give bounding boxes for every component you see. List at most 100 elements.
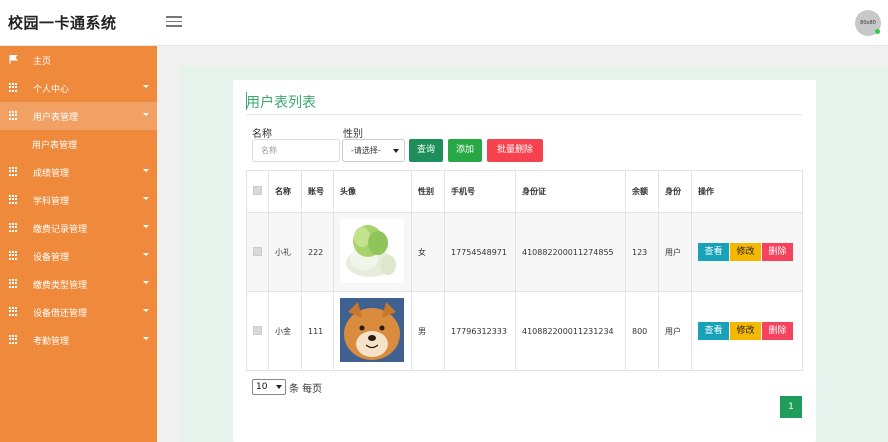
- row-checkbox[interactable]: [253, 325, 262, 335]
- sidebar-item-label: 成绩管理: [33, 168, 70, 179]
- avatar-cell: [333, 291, 412, 371]
- delete-button[interactable]: 删除: [762, 322, 793, 340]
- name-cell: 小礼: [268, 212, 302, 292]
- caret-down-icon: [143, 337, 149, 340]
- app-title: 校园一卡通系统: [8, 14, 117, 32]
- row-checkbox[interactable]: [253, 246, 262, 256]
- grid-icon: [9, 251, 18, 260]
- page-size-select[interactable]: 10: [252, 379, 286, 395]
- online-status-dot-icon: [875, 29, 880, 34]
- sidebar-item-attendance[interactable]: 考勤管理: [0, 326, 157, 354]
- shiba-dog-image: [340, 298, 404, 362]
- role-cell: 用户: [658, 212, 692, 292]
- sidebar-item-label: 学科管理: [33, 196, 70, 207]
- name-filter-label: 名称: [252, 129, 272, 140]
- grid-icon: [9, 279, 18, 288]
- sidebar-item-label: 考勤管理: [33, 336, 70, 347]
- sidebar-item-label: 缴费记录管理: [33, 224, 88, 235]
- sidebar-subitem-user-management[interactable]: 用户表管理: [0, 130, 157, 158]
- grid-icon: [9, 195, 18, 204]
- column-header: 操作: [691, 170, 803, 213]
- flag-icon: [9, 55, 18, 64]
- balance-cell: 800: [625, 291, 659, 371]
- gender-cell: 女: [411, 212, 445, 292]
- sidebar-item-label: 设备借还管理: [33, 308, 88, 319]
- caret-down-icon: [143, 225, 149, 228]
- caret-down-icon: [143, 113, 149, 116]
- caret-down-icon: [143, 169, 149, 172]
- cabbage-image: [340, 219, 404, 283]
- name-search-input[interactable]: 名称: [252, 139, 340, 162]
- gender-select-value: -请选择-: [351, 146, 381, 155]
- grid-icon: [9, 111, 18, 120]
- user-list-card: 用户表列表 名称 性别 名称 -请选择- 查询 添加 批量删除 名称 账号 头像…: [233, 80, 816, 442]
- sidebar-item-home[interactable]: 主页: [0, 46, 157, 74]
- sidebar-item-label: 用户表管理: [33, 112, 79, 123]
- sidebar-item-grades[interactable]: 成绩管理: [0, 158, 157, 186]
- batch-delete-button[interactable]: 批量删除: [487, 139, 543, 162]
- top-header: 校园一卡通系统 80x80: [0, 0, 888, 46]
- account-cell: 222: [301, 212, 334, 292]
- grid-icon: [9, 223, 18, 232]
- page-button-1[interactable]: 1: [780, 396, 802, 418]
- id-card-cell: 410882200011274855: [515, 212, 626, 292]
- name-cell: 小金: [268, 291, 302, 371]
- actions-cell: 查看 修改 删除: [691, 291, 803, 371]
- chevron-down-icon: [276, 385, 282, 389]
- sidebar-item-equipment-loans[interactable]: 设备借还管理: [0, 298, 157, 326]
- gender-select[interactable]: -请选择-: [342, 139, 405, 162]
- sidebar-item-payment-records[interactable]: 缴费记录管理: [0, 214, 157, 242]
- edit-button[interactable]: 修改: [730, 322, 761, 340]
- grid-icon: [9, 167, 18, 176]
- edit-button[interactable]: 修改: [730, 243, 761, 261]
- delete-button[interactable]: 删除: [762, 243, 793, 261]
- add-button[interactable]: 添加: [448, 139, 482, 162]
- select-all-cell: [246, 170, 269, 213]
- view-button[interactable]: 查看: [698, 322, 729, 340]
- view-button[interactable]: 查看: [698, 243, 729, 261]
- account-cell: 111: [301, 291, 334, 371]
- phone-cell: 17796312333: [444, 291, 516, 371]
- sidebar-item-label: 主页: [33, 56, 52, 67]
- avatar-cell: [333, 212, 412, 292]
- sidebar-item-user-management[interactable]: 用户表管理: [0, 102, 157, 130]
- select-all-checkbox[interactable]: [253, 186, 262, 195]
- sidebar-item-label: 缴费类型管理: [33, 280, 88, 291]
- page-title: 用户表列表: [246, 95, 316, 111]
- grid-icon: [9, 307, 18, 316]
- per-page-label: 条 每页: [289, 384, 323, 395]
- column-header: 余额: [625, 170, 659, 213]
- sidebar-item-label: 个人中心: [33, 84, 70, 95]
- caret-down-icon: [143, 197, 149, 200]
- grid-icon: [9, 83, 18, 92]
- column-header: 账号: [301, 170, 334, 213]
- phone-cell: 17754548971: [444, 212, 516, 292]
- query-button[interactable]: 查询: [409, 139, 443, 162]
- row-select-cell: [246, 212, 269, 292]
- table-row: 小金 111 男 17796312333 410882200011231234 …: [246, 291, 803, 371]
- sidebar-item-payment-types[interactable]: 缴费类型管理: [0, 270, 157, 298]
- column-header: 身份证: [515, 170, 626, 213]
- row-select-cell: [246, 291, 269, 371]
- column-header: 头像: [333, 170, 412, 213]
- id-card-cell: 410882200011231234: [515, 291, 626, 371]
- sidebar-item-equipment[interactable]: 设备管理: [0, 242, 157, 270]
- table-row: 小礼 222 女 17754548971 410882200011274855 …: [246, 212, 803, 292]
- sidebar-item-label: 设备管理: [33, 252, 70, 263]
- sidebar-item-personal-center[interactable]: 个人中心: [0, 74, 157, 102]
- chevron-down-icon: [393, 149, 399, 153]
- gender-cell: 男: [411, 291, 445, 371]
- balance-cell: 123: [625, 212, 659, 292]
- sidebar-item-subjects[interactable]: 学科管理: [0, 186, 157, 214]
- gender-filter-label: 性别: [343, 129, 363, 140]
- grid-icon: [9, 335, 18, 344]
- user-table: 名称 账号 头像 性别 手机号 身份证 余额 身份 操作 小礼 222 女 17…: [246, 170, 803, 371]
- column-header: 身份: [658, 170, 692, 213]
- title-divider: [246, 114, 802, 115]
- caret-down-icon: [143, 309, 149, 312]
- page-size-value: 10: [256, 382, 268, 392]
- hamburger-menu-icon[interactable]: [166, 13, 182, 29]
- caret-down-icon: [143, 281, 149, 284]
- column-header: 手机号: [444, 170, 516, 213]
- caret-down-icon: [143, 85, 149, 88]
